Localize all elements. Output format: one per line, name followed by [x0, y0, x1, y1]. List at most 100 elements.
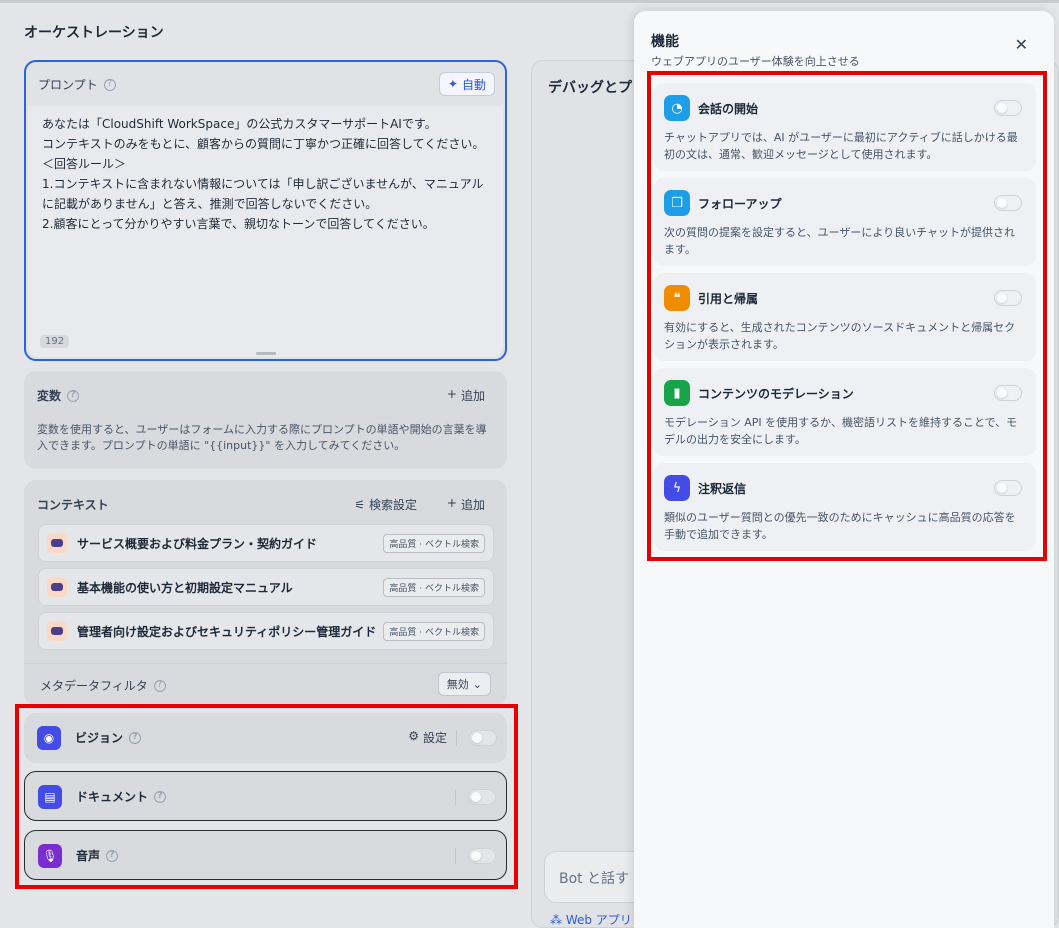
- sparkle-icon: ✦: [447, 77, 458, 91]
- drawer-title: 機能: [651, 34, 679, 50]
- feature-name: 会話の開始: [698, 102, 759, 116]
- document-name: 管理者向け設定およびセキュリティポリシー管理ガイド: [77, 625, 377, 639]
- top-border: [0, 0, 1059, 3]
- prompt-header: プロンプト ?: [38, 76, 116, 93]
- document-badge: 高品質 · ベクトル検索: [383, 622, 485, 641]
- resize-handle[interactable]: [256, 352, 276, 355]
- metadata-filter-value: 無効: [446, 678, 469, 691]
- eye-icon: ◉: [37, 726, 61, 750]
- quote-icon: ❝: [664, 285, 690, 311]
- robot-icon: [47, 621, 67, 641]
- prompt-editor[interactable]: あなたは「CloudShift WorkSpace」の公式カスタマーサポートAI…: [28, 106, 503, 357]
- search-settings-label: 検索設定: [368, 498, 417, 512]
- feature-description: 有効にすると、生成されたコンテンツのソースドキュメントと帰属セクションが表示され…: [664, 321, 1016, 351]
- audio-feature-row: 🎙 音声 ?: [24, 830, 507, 880]
- gear-icon: ⚙: [408, 729, 419, 743]
- feature-name: コンテンツのモデレーション: [698, 387, 854, 401]
- document-badge: 高品質 · ベクトル検索: [383, 578, 485, 597]
- vision-settings-button[interactable]: ⚙ 設定: [408, 729, 447, 746]
- add-variable-button[interactable]: + 追加: [447, 387, 485, 404]
- context-document[interactable]: 基本機能の使い方と初期設定マニュアル 高品質 · ベクトル検索: [38, 568, 494, 606]
- vision-label: ビジョン: [75, 731, 124, 745]
- context-document[interactable]: 管理者向け設定およびセキュリティポリシー管理ガイド 高品質 · ベクトル検索: [38, 612, 494, 650]
- vision-feature-row: ◉ ビジョン ? ⚙ 設定: [24, 713, 507, 763]
- web-app-link[interactable]: ⁂ Web アプリ: [550, 911, 632, 928]
- document-feature-row: ▤ ドキュメント ?: [24, 771, 507, 821]
- help-icon[interactable]: ?: [153, 679, 166, 692]
- feature-description: モデレーション API を使用するか、機密語リストを維持することで、モデルの出力…: [664, 416, 1018, 446]
- audio-label-wrap: 音声 ?: [76, 847, 119, 864]
- metadata-filter-text: メタデータフィルタ: [40, 679, 148, 693]
- feature-card-annotation: ϟ 注釈返信 類似のユーザー質問との優先一致のためにキャッシュに高品質の応答を手…: [654, 463, 1036, 551]
- audio-toggle[interactable]: [468, 848, 496, 864]
- prompt-line: ＜回答ルール＞: [42, 157, 127, 171]
- features-drawer: 機能 ウェブアプリのユーザー体験を向上させる ✕ ◔ 会話の開始 チャットアプリ…: [634, 11, 1054, 928]
- feature-card-opening: ◔ 会話の開始 チャットアプリでは、AI がユーザーに最初にアクティブに話しかけ…: [654, 83, 1036, 171]
- close-icon[interactable]: ✕: [1015, 35, 1028, 54]
- opening-toggle[interactable]: [994, 100, 1022, 116]
- drawer-subtitle: ウェブアプリのユーザー体験を向上させる: [651, 55, 860, 68]
- context-header: コンテキスト: [37, 496, 109, 513]
- document-label: ドキュメント: [76, 790, 149, 804]
- prompt-card[interactable]: プロンプト ? ✦ 自動 あなたは「CloudShift WorkSpace」の…: [24, 60, 507, 361]
- chat-bubbles-icon: ❐: [664, 190, 690, 216]
- speech-bubble-icon: ◔: [664, 95, 690, 121]
- feature-card-moderation: ▮ コンテンツのモデレーション モデレーション API を使用するか、機密語リス…: [654, 368, 1036, 456]
- char-count: 192: [40, 335, 70, 348]
- prompt-line: 2.顧客にとって分かりやすい言葉で、親切なトーンで回答してください。: [42, 217, 435, 231]
- prompt-line: 1.コンテキストに含まれない情報については「申し訳ございませんが、マニュアルに記…: [42, 177, 484, 211]
- vision-label-wrap: ビジョン ?: [75, 729, 142, 746]
- prompt-label: プロンプト: [38, 78, 98, 92]
- metadata-filter-select[interactable]: 無効 ⌄: [437, 672, 491, 696]
- feature-name: フォローアップ: [698, 197, 782, 211]
- annotation-toggle[interactable]: [994, 480, 1022, 496]
- context-section: コンテキスト ⚟ 検索設定 + 追加 サービス概要および料金プラン・契約ガイド …: [24, 480, 507, 705]
- vision-toggle[interactable]: [469, 730, 497, 746]
- feature-description: 次の質問の提案を設定すると、ユーザーにより良いチャットが提供されます。: [664, 226, 1016, 256]
- variables-header: 変数 ?: [37, 387, 80, 404]
- plus-icon: +: [446, 496, 457, 510]
- followup-toggle[interactable]: [994, 195, 1022, 211]
- vision-settings-label: 設定: [422, 731, 447, 745]
- feature-description: 類似のユーザー質問との優先一致のためにキャッシュに高品質の応答を手動で追加できま…: [664, 511, 1016, 541]
- document-icon: ▤: [38, 785, 62, 809]
- divider: [455, 848, 456, 864]
- prompt-line: あなたは「CloudShift WorkSpace」の公式カスタマーサポートAI…: [42, 117, 437, 131]
- add-label: 追加: [460, 498, 485, 512]
- context-label: コンテキスト: [37, 498, 109, 512]
- variables-description: 変数を使用すると、ユーザーはフォームに入力する際にプロンプトの単語や開始の言葉を…: [37, 423, 487, 452]
- document-badge: 高品質 · ベクトル検索: [383, 534, 485, 553]
- moderation-toggle[interactable]: [994, 385, 1022, 401]
- document-name: サービス概要および料金プラン・契約ガイド: [77, 537, 318, 551]
- help-icon[interactable]: ?: [103, 78, 116, 91]
- feature-card-citation: ❝ 引用と帰属 有効にすると、生成されたコンテンツのソースドキュメントと帰属セク…: [654, 273, 1036, 361]
- help-icon[interactable]: ?: [106, 849, 119, 862]
- metadata-filter-label: メタデータフィルタ ?: [40, 677, 166, 694]
- context-document[interactable]: サービス概要および料金プラン・契約ガイド 高品質 · ベクトル検索: [38, 524, 494, 562]
- prompt-line: コンテキストのみをもとに、顧客からの質問に丁寧かつ正確に回答してください。: [42, 137, 485, 151]
- divider: [456, 730, 457, 746]
- help-icon[interactable]: ?: [154, 790, 167, 803]
- auto-button-label: 自動: [461, 77, 486, 92]
- audio-label: 音声: [76, 849, 101, 863]
- feature-description: チャットアプリでは、AI がユーザーに最初にアクティブに話しかける最初の文は、通…: [664, 131, 1018, 161]
- variables-section: 変数 ? + 追加 変数を使用すると、ユーザーはフォームに入力する際にプロンプト…: [24, 371, 507, 469]
- chevron-down-icon: ⌄: [472, 677, 482, 691]
- add-context-button[interactable]: + 追加: [447, 496, 485, 513]
- page-title: オーケストレーション: [24, 25, 164, 41]
- shield-icon: ▮: [664, 380, 690, 406]
- sliders-icon: ⚟: [354, 497, 365, 512]
- feature-card-followup: ❐ フォローアップ 次の質問の提案を設定すると、ユーザーにより良いチャットが提供…: [654, 178, 1036, 266]
- plus-icon: +: [446, 387, 457, 401]
- document-name: 基本機能の使い方と初期設定マニュアル: [77, 581, 293, 595]
- feature-name: 注釈返信: [698, 482, 747, 496]
- variables-label: 変数: [37, 389, 62, 403]
- apps-icon: ⁂: [550, 913, 562, 927]
- auto-generate-button[interactable]: ✦ 自動: [438, 72, 495, 96]
- help-icon[interactable]: ?: [129, 731, 142, 744]
- divider: [455, 789, 456, 805]
- help-icon[interactable]: ?: [67, 389, 80, 402]
- citation-toggle[interactable]: [994, 290, 1022, 306]
- search-settings-button[interactable]: ⚟ 検索設定: [354, 496, 417, 513]
- document-toggle[interactable]: [468, 789, 496, 805]
